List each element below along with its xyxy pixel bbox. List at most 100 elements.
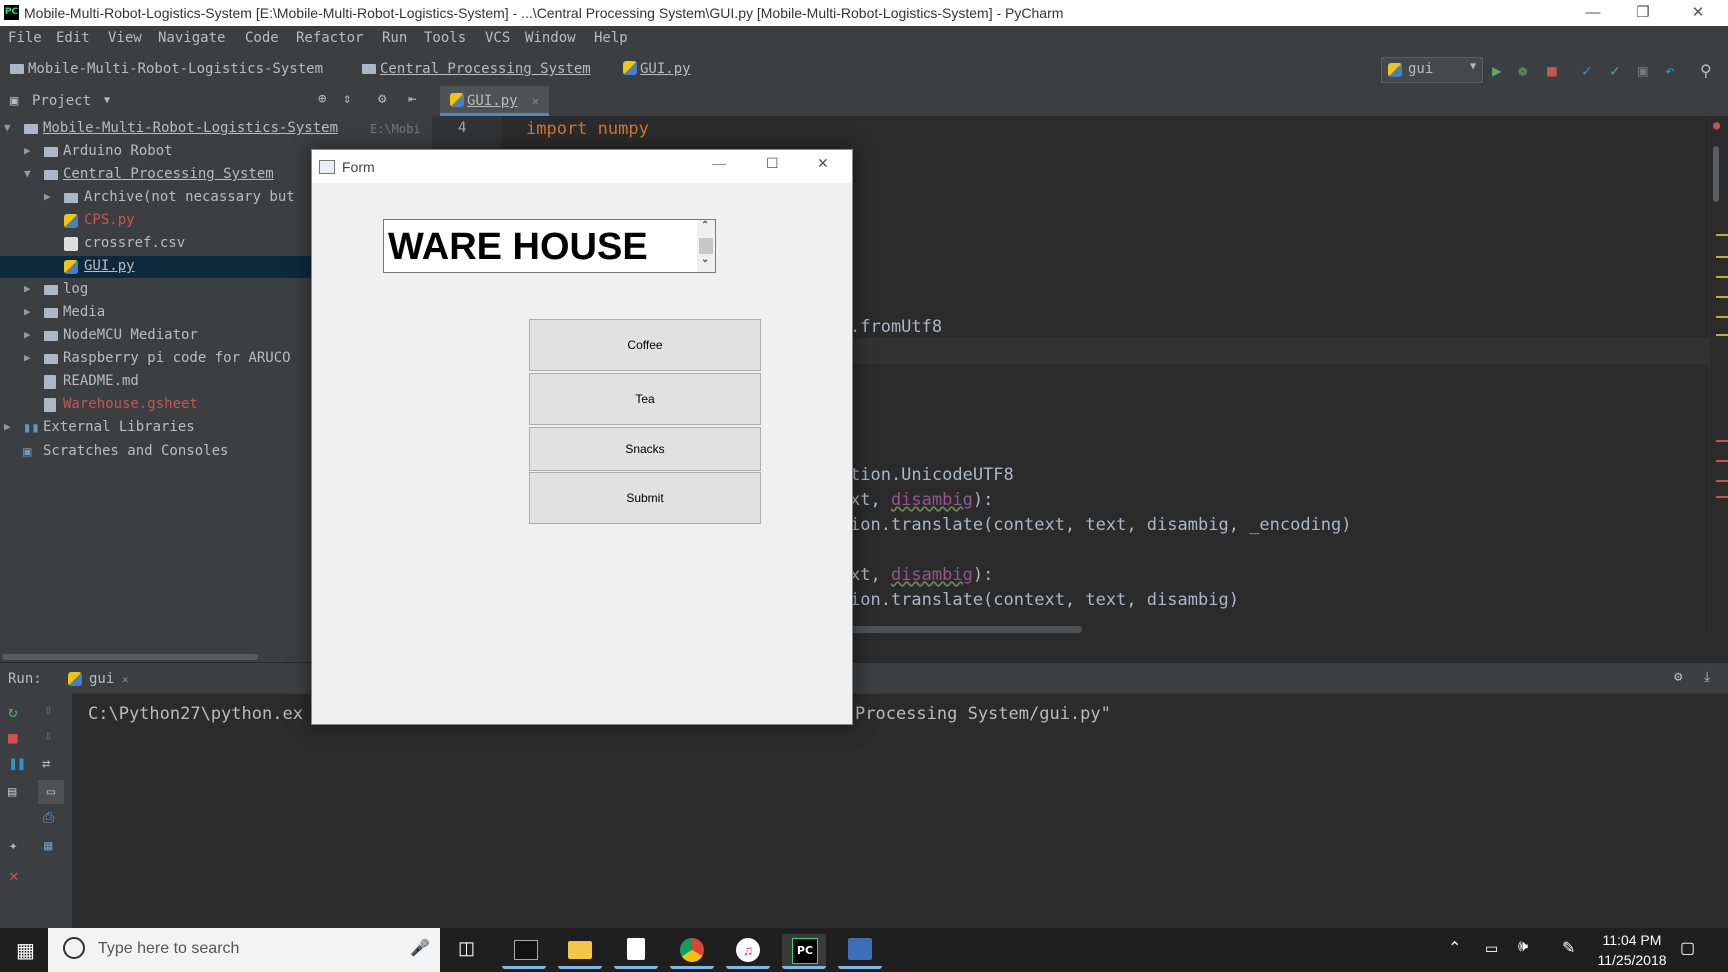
taskbar-editor[interactable] bbox=[614, 934, 658, 969]
menu-file[interactable]: File bbox=[8, 30, 42, 46]
expand-arrow-icon[interactable]: ▶ bbox=[24, 328, 31, 341]
collapse-icon[interactable]: ⇕ bbox=[343, 91, 351, 107]
error-stripe[interactable]: ● bbox=[1709, 116, 1728, 636]
debug-icon[interactable]: ❁ bbox=[1518, 61, 1528, 80]
clock-time[interactable]: 11:04 PM bbox=[1597, 932, 1667, 948]
locate-icon[interactable]: ⊕ bbox=[318, 91, 326, 107]
minimize-button[interactable]: — bbox=[1570, 0, 1616, 26]
menu-view[interactable]: View bbox=[108, 30, 142, 46]
run-configuration-select[interactable]: gui ▼ bbox=[1381, 57, 1483, 83]
gear-icon[interactable]: ⚙ bbox=[378, 91, 386, 107]
taskbar-pycharm[interactable]: PC bbox=[782, 934, 826, 969]
hide-panel-icon[interactable]: ⇤ bbox=[408, 91, 416, 107]
menu-tools[interactable]: Tools bbox=[424, 30, 466, 46]
expand-arrow-icon[interactable]: ▼ bbox=[24, 167, 31, 180]
clock-date[interactable]: 11/25/2018 bbox=[1597, 952, 1667, 968]
taskbar-search-box[interactable]: Type here to search 🎤 bbox=[48, 928, 440, 972]
battery-icon[interactable]: ▭ bbox=[1485, 940, 1498, 957]
expand-arrow-icon[interactable]: ▶ bbox=[24, 144, 31, 157]
run-icon[interactable]: ▶ bbox=[1492, 61, 1502, 80]
chevron-up-icon[interactable]: ⌃ bbox=[1448, 938, 1461, 958]
breadcrumb-folder[interactable]: Central Processing System bbox=[362, 61, 591, 77]
form-close-button[interactable]: ✕ bbox=[817, 155, 829, 172]
vcs-history-icon[interactable]: ▣ bbox=[1638, 61, 1648, 80]
scroll-thumb[interactable] bbox=[699, 238, 713, 254]
code-text: ): bbox=[972, 565, 994, 585]
stop-icon[interactable]: ■ bbox=[1547, 61, 1557, 80]
vcs-commit-icon[interactable]: ✓ bbox=[1610, 61, 1620, 80]
layout-icon[interactable]: ▤ bbox=[8, 784, 16, 800]
gear-icon[interactable]: ⚙ bbox=[1674, 669, 1682, 685]
scroll-up-icon[interactable]: ⌃ bbox=[701, 220, 709, 231]
trash-icon[interactable]: ▦ bbox=[44, 838, 52, 854]
pen-icon[interactable]: ✎ bbox=[1562, 938, 1575, 958]
expand-arrow-icon[interactable]: ▼ bbox=[4, 121, 11, 134]
soft-wrap-icon[interactable]: ⇄ bbox=[42, 756, 50, 772]
close-icon[interactable]: ✕ bbox=[9, 866, 19, 885]
tab-gui-py[interactable]: GUI.py ✕ bbox=[440, 86, 550, 116]
menu-navigate[interactable]: Navigate bbox=[158, 30, 225, 46]
notification-icon[interactable]: ▢ bbox=[1680, 938, 1695, 958]
pause-icon[interactable]: ❚❚ bbox=[9, 756, 26, 772]
volume-icon[interactable]: 🕪 bbox=[1518, 938, 1528, 956]
menu-edit[interactable]: Edit bbox=[56, 30, 90, 46]
tea-button[interactable]: Tea bbox=[529, 373, 761, 425]
expand-arrow-icon[interactable]: ▶ bbox=[44, 190, 51, 203]
rerun-icon[interactable]: ↻ bbox=[8, 702, 18, 721]
pin-icon[interactable]: ✦ bbox=[9, 838, 17, 854]
search-icon[interactable]: ⚲ bbox=[1700, 61, 1712, 80]
tree-item-project-root[interactable]: ▼ Mobile-Multi-Robot-Logistics-System E:… bbox=[0, 118, 432, 140]
run-tab-gui[interactable]: gui bbox=[89, 671, 114, 687]
menu-window[interactable]: Window bbox=[525, 30, 576, 46]
code-line: import numpy bbox=[526, 119, 649, 139]
scroll-to-end-icon[interactable]: ▭ bbox=[38, 780, 64, 804]
vcs-update-icon[interactable]: ✓ bbox=[1582, 61, 1592, 80]
arrow-down-icon[interactable]: ⇩ bbox=[44, 728, 52, 744]
project-view-select[interactable]: Project bbox=[32, 93, 91, 109]
print-icon[interactable]: ⎙ bbox=[43, 810, 54, 826]
close-button[interactable]: ✕ bbox=[1675, 0, 1721, 26]
arrow-up-icon[interactable]: ⇧ bbox=[44, 702, 52, 718]
snacks-button[interactable]: Snacks bbox=[529, 427, 761, 471]
windows-start-icon[interactable]: ▦ bbox=[16, 938, 35, 963]
submit-button[interactable]: Submit bbox=[529, 472, 761, 524]
run-console[interactable]: C:\Python27\python.ex Processing System/… bbox=[72, 694, 1728, 928]
menu-help[interactable]: Help bbox=[594, 30, 628, 46]
taskbar-chrome[interactable] bbox=[670, 934, 714, 969]
menu-refactor[interactable]: Refactor bbox=[296, 30, 363, 46]
menu-vcs[interactable]: VCS bbox=[485, 30, 510, 46]
expand-arrow-icon[interactable]: ▶ bbox=[4, 420, 11, 433]
close-tab-icon[interactable]: ✕ bbox=[532, 94, 539, 108]
taskbar-file-explorer[interactable] bbox=[558, 934, 602, 969]
form-maximize-button[interactable]: ☐ bbox=[766, 155, 779, 172]
expand-arrow-icon[interactable]: ▶ bbox=[24, 282, 31, 295]
tree-item-label: Mobile-Multi-Robot-Logistics-System bbox=[43, 120, 339, 136]
task-view-icon[interactable]: ◫ bbox=[458, 938, 475, 959]
tree-item-label: Warehouse.gsheet bbox=[63, 396, 198, 412]
form-minimize-button[interactable]: — bbox=[712, 155, 726, 171]
breadcrumb-file[interactable]: GUI.py bbox=[623, 61, 691, 77]
close-tab-icon[interactable]: ✕ bbox=[122, 673, 129, 686]
menu-run[interactable]: Run bbox=[382, 30, 407, 46]
microphone-icon[interactable]: 🎤 bbox=[410, 938, 430, 958]
expand-arrow-icon[interactable]: ▶ bbox=[24, 305, 31, 318]
horizontal-scrollbar[interactable] bbox=[2, 654, 258, 660]
vertical-scrollbar[interactable] bbox=[1713, 146, 1719, 202]
text-box-scrollbar[interactable]: ⌃ ⌄ bbox=[697, 220, 715, 272]
coffee-button[interactable]: Coffee bbox=[529, 319, 761, 371]
stop-icon[interactable]: ■ bbox=[8, 728, 18, 747]
scroll-down-icon[interactable]: ⌄ bbox=[701, 254, 709, 265]
taskbar-itunes[interactable]: ♫ bbox=[726, 934, 770, 969]
horizontal-scrollbar[interactable] bbox=[850, 626, 1082, 633]
taskbar-terminal[interactable] bbox=[502, 934, 546, 969]
hide-panel-icon[interactable]: ⤓ bbox=[1704, 669, 1710, 685]
restore-button[interactable]: ❐ bbox=[1620, 0, 1666, 26]
chevron-down-icon[interactable]: ▼ bbox=[104, 95, 110, 106]
taskbar-python-form[interactable] bbox=[838, 934, 882, 969]
breadcrumb-project[interactable]: Mobile-Multi-Robot-Logistics-System bbox=[10, 61, 323, 77]
expand-arrow-icon[interactable]: ▶ bbox=[24, 351, 31, 364]
warehouse-text-box[interactable]: WARE HOUSE ⌃ ⌄ bbox=[383, 219, 716, 273]
project-tool-icon: ▣ bbox=[10, 93, 19, 109]
revert-icon[interactable]: ↶ bbox=[1665, 61, 1675, 80]
menu-code[interactable]: Code bbox=[245, 30, 279, 46]
